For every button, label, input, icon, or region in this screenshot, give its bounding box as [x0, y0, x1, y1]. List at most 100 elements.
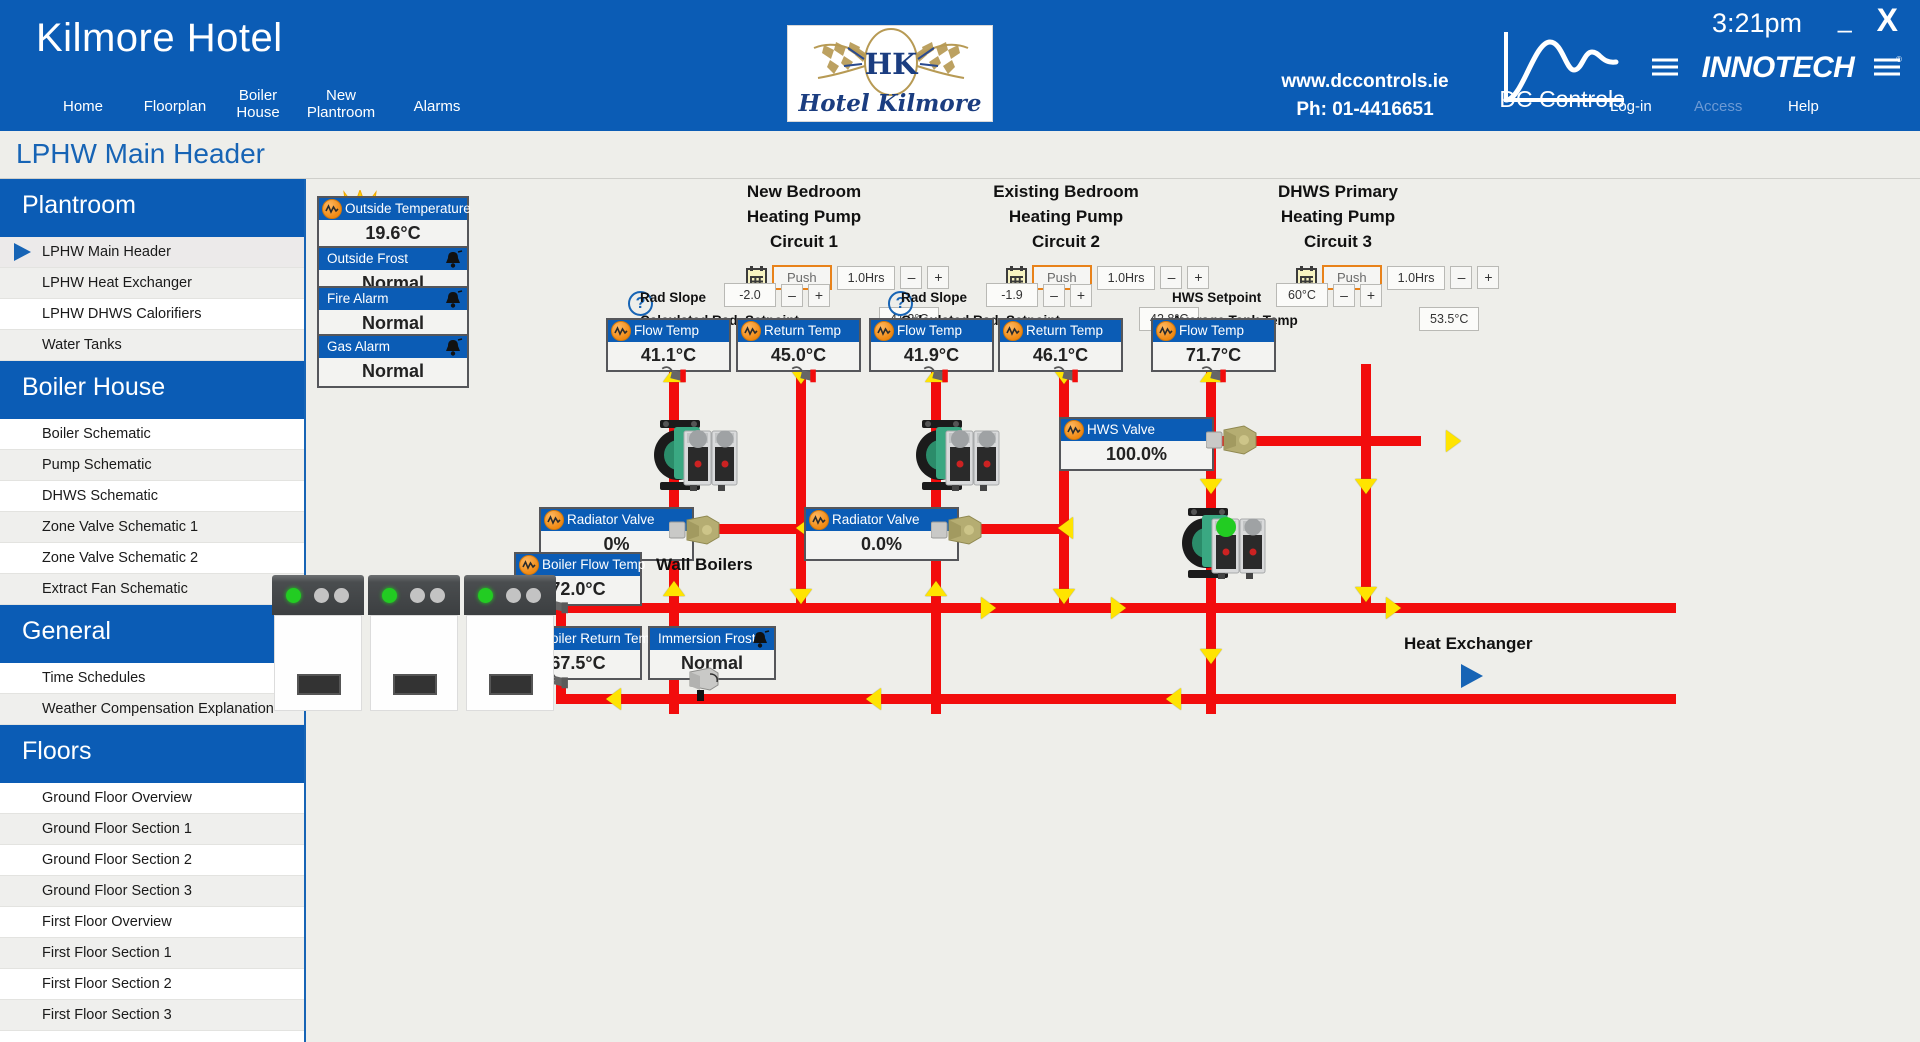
- sidebar-item-water-tanks[interactable]: Water Tanks: [0, 330, 304, 361]
- wall-boiler-1[interactable]: [272, 575, 364, 711]
- flow-arrow: [1058, 517, 1073, 539]
- dc-contact-info: www.dccontrols.ie Ph: 01-4416651: [1255, 68, 1475, 124]
- gas-alarm-box[interactable]: Gas Alarm Normal: [317, 334, 469, 388]
- trend-icon: [741, 321, 761, 341]
- fire-alarm-box[interactable]: Fire Alarm Normal: [317, 286, 469, 340]
- flow-arrow: [1200, 649, 1222, 664]
- app-header: Kilmore Hotel Home Floorplan Boiler Hous…: [0, 0, 1920, 131]
- circuit-1-title-line3: Circuit 1: [769, 232, 839, 251]
- circuit-2-pump[interactable]: [906, 407, 1002, 495]
- sidebar-item-ground-floor-section-1[interactable]: Ground Floor Section 1: [0, 814, 304, 845]
- temperature-probe-icon: [1053, 366, 1078, 383]
- sidebar-navigation: Plantroom LPHW Main Header LPHW Heat Excha…: [0, 179, 306, 1042]
- sidebar-item-first-floor-overview[interactable]: First Floor Overview: [0, 907, 304, 938]
- circuit-1-hours-plus[interactable]: +: [927, 266, 950, 289]
- dc-website[interactable]: www.dccontrols.ie: [1255, 68, 1475, 96]
- sidebar-item-dhws-schematic[interactable]: DHWS Schematic: [0, 481, 304, 512]
- circuit-2-hours-minus[interactable]: –: [1160, 266, 1183, 289]
- c2-return-label: Return Temp: [1026, 323, 1104, 338]
- close-button[interactable]: X: [1877, 2, 1898, 39]
- outside-temperature-label: Outside Temperature: [345, 201, 471, 216]
- pipe-header-lower: [556, 694, 1676, 704]
- boiler-return-label: Boiler Return Temp: [542, 631, 658, 646]
- circuit-3-param-minus[interactable]: –: [1333, 283, 1355, 307]
- wall-boiler-3[interactable]: [464, 575, 556, 711]
- circuit-2-title: Existing Bedroom Heating Pump Circuit 2: [946, 179, 1186, 254]
- circuit-2-param-minus[interactable]: –: [1043, 283, 1065, 307]
- sidebar-item-label: First Floor Section 3: [42, 1007, 172, 1023]
- nav-floorplan[interactable]: Floorplan: [130, 98, 220, 115]
- sidebar-item-label: Ground Floor Overview: [42, 790, 192, 806]
- sidebar-item-first-floor-section-2[interactable]: First Floor Section 2: [0, 969, 304, 1000]
- sidebar-item-pump-schematic[interactable]: Pump Schematic: [0, 450, 304, 481]
- nav-floorplan-label: Floorplan: [143, 98, 207, 115]
- nav-access[interactable]: Access: [1694, 98, 1742, 115]
- nav-new-plantroom[interactable]: New Plantroom: [294, 87, 388, 121]
- c1-flow-header: Flow Temp: [608, 320, 729, 342]
- circuit-3-title-line1: DHWS Primary: [1278, 182, 1398, 201]
- outside-frost-label: Outside Frost: [327, 251, 409, 266]
- nav-help[interactable]: Help: [1788, 98, 1819, 115]
- svg-text:INNOTECH: INNOTECH: [1702, 51, 1857, 84]
- radiator-valve-1-actuator[interactable]: [669, 512, 721, 548]
- wall-boiler-2[interactable]: [368, 575, 460, 711]
- circuit-2-hours-plus[interactable]: +: [1187, 266, 1210, 289]
- sidebar-item-weather-compensation-explanation[interactable]: Weather Compensation Explanation: [0, 694, 304, 725]
- circuit-1-param-minus[interactable]: –: [781, 283, 803, 307]
- sidebar-item-ground-floor-overview[interactable]: Ground Floor Overview: [0, 783, 304, 814]
- sidebar-item-time-schedules[interactable]: Time Schedules: [0, 663, 304, 694]
- circuit-2-param-plus[interactable]: +: [1070, 283, 1092, 307]
- pipe-c1-return-riser: [796, 364, 806, 609]
- sidebar-item-zone-valve-schematic-2[interactable]: Zone Valve Schematic 2: [0, 543, 304, 574]
- circuit-3-hours-minus[interactable]: –: [1450, 266, 1473, 289]
- nav-alarms[interactable]: Alarms: [402, 98, 472, 115]
- boiler-2-button-a[interactable]: [410, 588, 425, 603]
- sidebar-item-lphw-dhws-calorifiers[interactable]: LPHW DHWS Calorifiers: [0, 299, 304, 330]
- dhws-pump[interactable]: [1172, 495, 1268, 583]
- sidebar-item-lphw-heat-exchanger[interactable]: LPHW Heat Exchanger: [0, 268, 304, 299]
- nav-login[interactable]: Log-in: [1610, 98, 1652, 115]
- radiator-valve-2-actuator[interactable]: [931, 512, 983, 548]
- nav-home[interactable]: Home: [48, 98, 118, 115]
- boiler-1-button-b[interactable]: [334, 588, 349, 603]
- sidebar-item-lphw-main-header[interactable]: LPHW Main Header: [0, 237, 304, 268]
- wall-boilers-label: Wall Boilers: [656, 555, 753, 574]
- circuit-1-param-value: -2.0: [724, 283, 776, 307]
- circuit-1-title-line2: Heating Pump: [746, 207, 862, 226]
- sidebar-item-boiler-schematic[interactable]: Boiler Schematic: [0, 419, 304, 450]
- circuit-2-flow-temp-box[interactable]: Flow Temp 41.9°C: [869, 318, 994, 372]
- circuit-3-hours-value: 1.0Hrs: [1386, 265, 1446, 290]
- sidebar-item-ground-floor-section-2[interactable]: Ground Floor Section 2: [0, 845, 304, 876]
- hws-valve-actuator[interactable]: [1206, 422, 1258, 458]
- circuit-3-hours-plus[interactable]: +: [1477, 266, 1500, 289]
- minimize-button[interactable]: –: [1838, 14, 1852, 45]
- sidebar-item-label: Ground Floor Section 2: [42, 852, 192, 868]
- circuit-1-return-temp-box[interactable]: Return Temp 45.0°C: [736, 318, 861, 372]
- boiler-1-button-a[interactable]: [314, 588, 329, 603]
- logo-wreath-graphic: HK: [813, 28, 969, 96]
- heat-exchanger-link-arrow[interactable]: [1461, 664, 1483, 688]
- bell-icon: [446, 250, 463, 268]
- circuit-3-flow-temp-box[interactable]: Flow Temp 71.7°C: [1151, 318, 1276, 372]
- sidebar-item-extract-fan-schematic[interactable]: Extract Fan Schematic: [0, 574, 304, 605]
- circuit-1-hours-minus[interactable]: –: [900, 266, 923, 289]
- circuit-1-title: New Bedroom Heating Pump Circuit 1: [684, 179, 924, 254]
- circuit-3-param-plus[interactable]: +: [1360, 283, 1382, 307]
- circuit-1-param-plus[interactable]: +: [808, 283, 830, 307]
- sidebar-section-boiler-house: Boiler House: [0, 361, 304, 419]
- boiler-3-button-b[interactable]: [526, 588, 541, 603]
- circuit-2-return-temp-box[interactable]: Return Temp 46.1°C: [998, 318, 1123, 372]
- app-title: Kilmore Hotel: [36, 16, 283, 60]
- outside-temperature-box[interactable]: Outside Temperature 19.6°C: [317, 196, 471, 250]
- circuit-1-pump[interactable]: [644, 407, 740, 495]
- sidebar-item-first-floor-section-1[interactable]: First Floor Section 1: [0, 938, 304, 969]
- temperature-probe-icon: [661, 366, 686, 383]
- sidebar-item-zone-valve-schematic-1[interactable]: Zone Valve Schematic 1: [0, 512, 304, 543]
- nav-boiler-house[interactable]: Boiler House: [228, 87, 288, 121]
- sidebar-item-ground-floor-section-3[interactable]: Ground Floor Section 3: [0, 876, 304, 907]
- circuit-1-flow-temp-box[interactable]: Flow Temp 41.1°C: [606, 318, 731, 372]
- sidebar-item-first-floor-section-3[interactable]: First Floor Section 3: [0, 1000, 304, 1031]
- hws-valve-box[interactable]: HWS Valve 100.0%: [1059, 417, 1214, 471]
- boiler-3-button-a[interactable]: [506, 588, 521, 603]
- boiler-2-button-b[interactable]: [430, 588, 445, 603]
